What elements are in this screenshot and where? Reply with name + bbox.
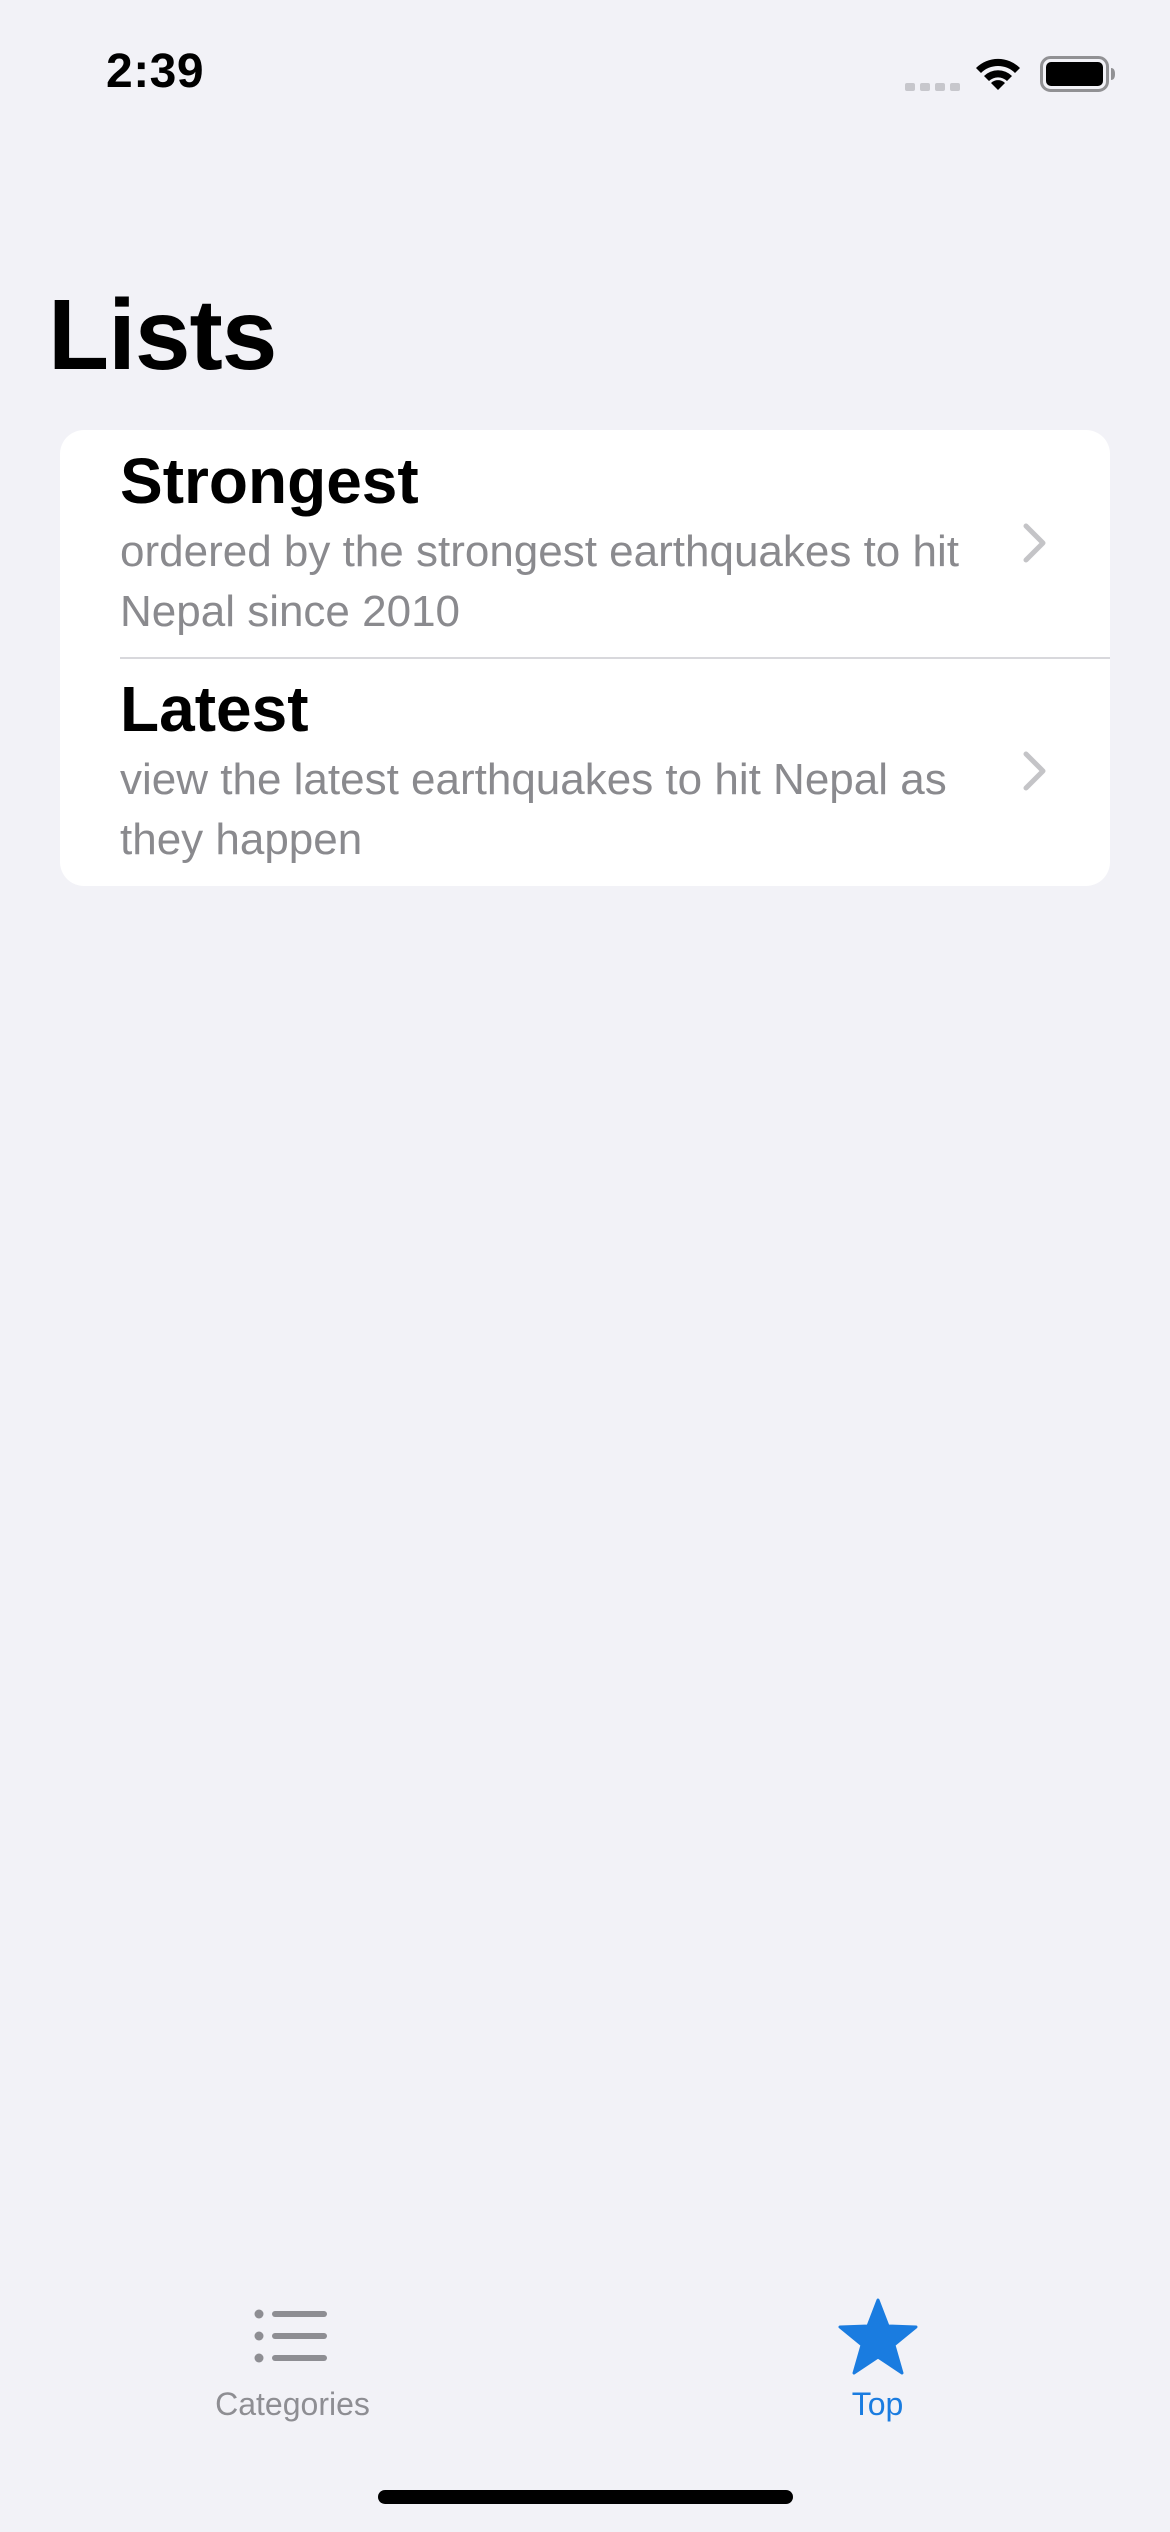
list-item-subtitle: ordered by the strongest earthquakes to … bbox=[120, 527, 959, 636]
chevron-right-icon bbox=[1023, 523, 1046, 563]
star-icon bbox=[838, 2298, 918, 2375]
list-item-title: Strongest bbox=[120, 445, 419, 517]
chevron-right-icon bbox=[1023, 751, 1046, 791]
tab-label-top: Top bbox=[851, 2386, 904, 2422]
battery-icon bbox=[1040, 56, 1115, 92]
list-item-title: Latest bbox=[120, 673, 309, 745]
list-item-subtitle: view the latest earthquakes to hit Nepal… bbox=[120, 755, 947, 864]
tab-categories[interactable]: Categories bbox=[0, 2270, 585, 2450]
list-item-latest[interactable]: Latest view the latest earthquakes to hi… bbox=[60, 658, 1110, 886]
wifi-icon bbox=[976, 58, 1020, 90]
lists-card: Strongest ordered by the strongest earth… bbox=[60, 430, 1110, 886]
list-item-strongest[interactable]: Strongest ordered by the strongest earth… bbox=[60, 430, 1110, 659]
tab-label-categories: Categories bbox=[215, 2386, 370, 2422]
home-indicator[interactable] bbox=[378, 2490, 793, 2504]
cellular-signal-icon bbox=[905, 83, 960, 91]
status-bar: 2:39 bbox=[0, 0, 1170, 140]
status-time: 2:39 bbox=[106, 45, 205, 98]
page-title: Lists bbox=[48, 279, 277, 391]
tab-top[interactable]: Top bbox=[585, 2270, 1170, 2450]
list-bullet-icon bbox=[254, 2309, 327, 2363]
